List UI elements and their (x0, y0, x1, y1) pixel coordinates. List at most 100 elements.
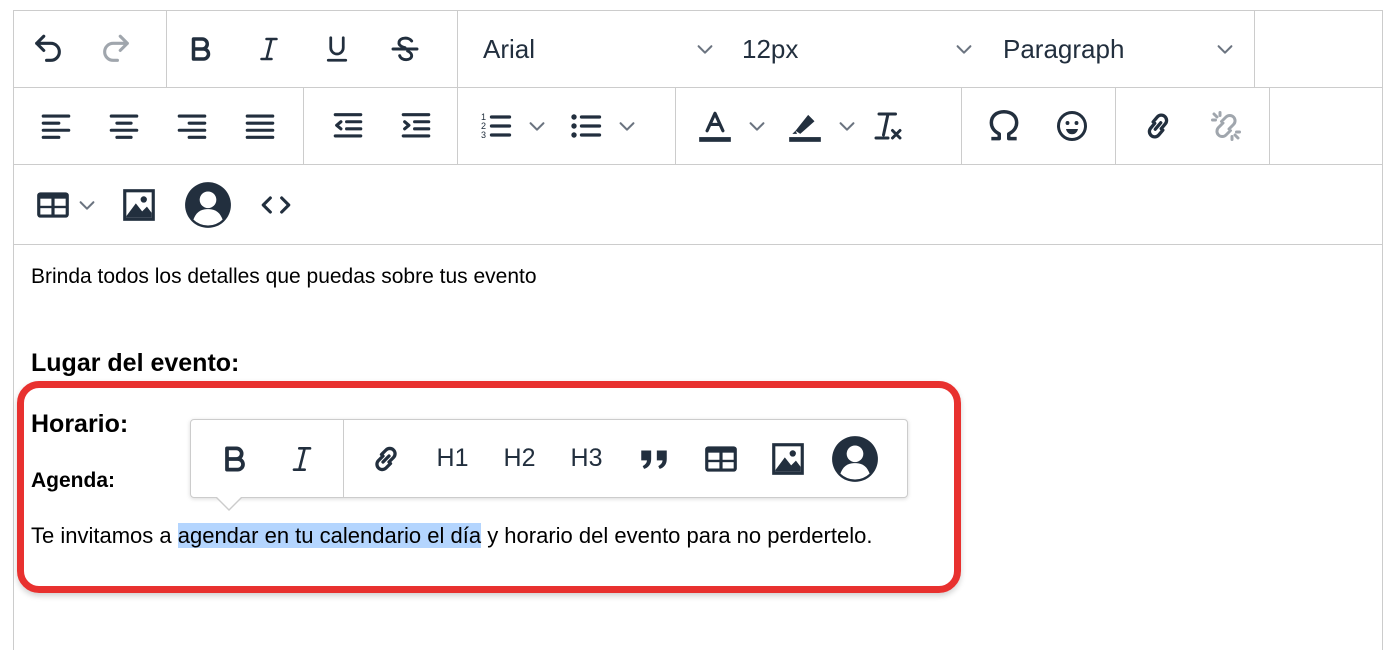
image-icon (771, 442, 804, 475)
indent-group (304, 88, 458, 164)
link-icon (1147, 113, 1169, 139)
font-size-value: 12px (742, 33, 799, 64)
quick-toolbar-arrow (216, 496, 242, 509)
special-character-icon (989, 110, 1019, 141)
unlink-button[interactable] (1192, 88, 1260, 164)
align-center-button[interactable] (90, 88, 158, 164)
insert-char-group (962, 88, 1116, 164)
quick-h2-button[interactable]: H2 (486, 420, 553, 497)
numbered-list-icon: 123 (481, 112, 512, 140)
clear-formatting-icon (874, 112, 902, 140)
color-group (676, 88, 962, 164)
quick-format-group (191, 420, 344, 497)
source-code-button[interactable] (242, 167, 310, 243)
quick-toolbar: H1 H2 H3 (190, 419, 908, 498)
outdent-button[interactable] (314, 88, 382, 164)
align-center-icon (109, 114, 139, 139)
highlight-icon (789, 114, 821, 142)
list-group: 123 (458, 88, 676, 164)
align-right-icon (177, 114, 207, 139)
quick-bold-button[interactable] (201, 420, 268, 497)
block-format-select[interactable]: Paragraph (1003, 11, 1236, 87)
undo-icon (35, 34, 61, 62)
block-format-value: Paragraph (1003, 33, 1125, 64)
image-button[interactable] (104, 167, 174, 243)
undo-button[interactable] (14, 11, 82, 87)
italic-button[interactable] (235, 11, 303, 87)
chevron-down-icon (749, 122, 765, 131)
font-size-select[interactable]: 12px (742, 11, 975, 87)
unlink-icon (1211, 111, 1241, 141)
italic-icon (292, 446, 311, 471)
avatar-button[interactable] (174, 167, 242, 243)
strikethrough-icon (391, 36, 419, 62)
quick-link-button[interactable] (352, 420, 419, 497)
align-justify-button[interactable] (226, 88, 294, 164)
bullet-list-icon (571, 114, 602, 138)
svg-text:3: 3 (481, 130, 486, 140)
heading-horario: Horario: (31, 410, 129, 438)
chevron-down-icon (529, 122, 545, 131)
font-family-select[interactable]: Arial (483, 11, 716, 87)
highlight-button[interactable] (786, 88, 858, 164)
insert-group (14, 165, 334, 245)
quick-h1-button[interactable]: H1 (419, 420, 486, 497)
code-icon (261, 196, 291, 214)
text-color-button[interactable] (696, 88, 768, 164)
align-left-icon (41, 114, 71, 139)
underline-icon (326, 36, 348, 62)
underline-button[interactable] (303, 11, 371, 87)
link-icon (374, 446, 397, 471)
toolbar-row-1: Arial 12px Paragraph (14, 11, 1382, 88)
link-group (1116, 88, 1270, 164)
redo-icon (103, 34, 129, 62)
quick-image-button[interactable] (754, 420, 821, 497)
quick-italic-button[interactable] (268, 420, 335, 497)
special-character-button[interactable] (970, 88, 1038, 164)
link-button[interactable] (1124, 88, 1192, 164)
invite-paragraph: Te invitamos a agendar en tu calendario … (31, 523, 872, 549)
indent-button[interactable] (382, 88, 450, 164)
table-button[interactable] (34, 167, 98, 243)
bold-icon (191, 37, 211, 61)
rich-text-editor: Arial 12px Paragraph 1 2 3 Brinda todos … (13, 10, 1383, 650)
emoji-button[interactable] (1038, 88, 1106, 164)
paragraph-text-before: Te invitamos a (31, 523, 178, 548)
chevron-down-icon (956, 45, 972, 54)
paragraph-text-after: y horario del evento para no perdertelo. (481, 523, 873, 548)
indent-icon (401, 113, 431, 138)
quick-insert-group: H1 H2 H3 (344, 420, 888, 497)
alignment-group (14, 88, 304, 164)
bullet-list-button[interactable] (568, 88, 638, 164)
chevron-down-icon (697, 45, 713, 54)
bold-button[interactable] (167, 11, 235, 87)
history-group (14, 11, 167, 87)
chevron-down-icon (619, 122, 635, 131)
outdent-icon (333, 113, 363, 138)
heading-lugar: Lugar del evento: (31, 349, 240, 377)
quick-h3-button[interactable]: H3 (553, 420, 620, 497)
chevron-down-icon (79, 201, 95, 210)
table-icon (37, 192, 69, 218)
toolbar-row-2: 123 (14, 88, 1382, 165)
align-left-button[interactable] (22, 88, 90, 164)
quick-blockquote-button[interactable] (620, 420, 687, 497)
emoji-icon (1057, 111, 1087, 141)
font-family-value: Arial (483, 33, 536, 64)
selected-text: agendar en tu calendario el día (177, 523, 482, 548)
formatting-group (167, 11, 458, 87)
clear-formatting-button[interactable] (858, 88, 918, 164)
strikethrough-button[interactable] (371, 11, 439, 87)
quick-table-button[interactable] (687, 420, 754, 497)
quick-avatar-button[interactable] (821, 420, 888, 497)
numbered-list-button[interactable]: 123 (478, 88, 548, 164)
intro-paragraph: Brinda todos los detalles que puedas sob… (31, 265, 537, 288)
bold-icon (224, 445, 245, 472)
heading-agenda: Agenda: (31, 469, 115, 492)
quote-icon (640, 450, 667, 469)
italic-icon (260, 37, 278, 61)
align-right-button[interactable] (158, 88, 226, 164)
image-icon (123, 189, 155, 221)
redo-button[interactable] (82, 11, 150, 87)
avatar-icon (831, 435, 878, 482)
